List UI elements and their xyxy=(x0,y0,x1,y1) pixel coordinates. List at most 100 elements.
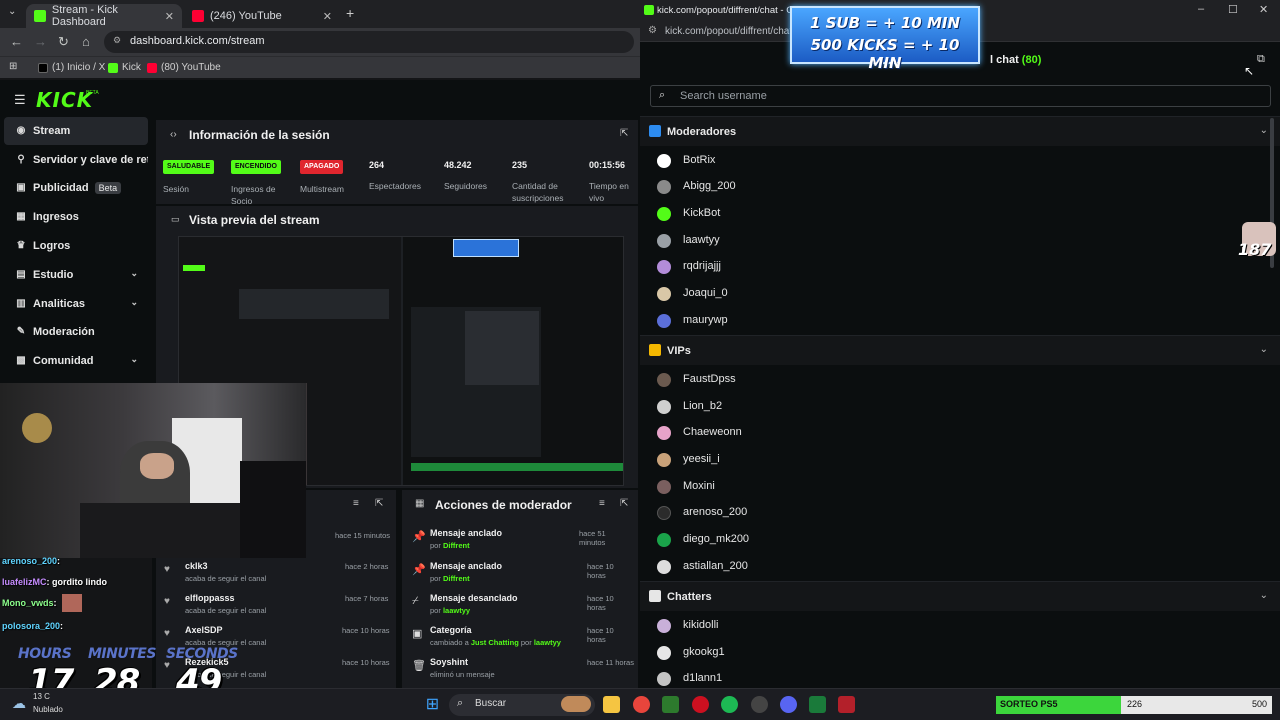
back-icon[interactable]: ← xyxy=(10,34,23,49)
user-row[interactable]: rqdrijajjj xyxy=(640,254,1240,280)
chrome-icon[interactable] xyxy=(633,696,650,713)
sidebar-item-publicidad[interactable]: ▣ Publicidad Beta xyxy=(4,174,148,202)
user-row[interactable]: diego_mk200 xyxy=(640,527,1240,553)
user-row[interactable]: yeesii_i xyxy=(640,447,1240,473)
sidebar-item-ingresos[interactable]: ▦ Ingresos xyxy=(4,203,148,231)
bookmark-kick[interactable]: Kick xyxy=(108,62,141,73)
user-row[interactable]: laawtyy xyxy=(640,228,1240,254)
tab-label: (246) YouTube xyxy=(210,10,282,22)
app-icon[interactable] xyxy=(838,696,855,713)
reload-icon[interactable]: ↻ xyxy=(58,34,69,50)
user-row[interactable]: arenoso_200 xyxy=(640,500,1240,526)
webcam-face xyxy=(140,453,174,479)
address-bar[interactable]: ⚙ dashboard.kick.com/stream xyxy=(104,31,634,53)
popout-icon[interactable]: ⇱ xyxy=(375,498,383,509)
close-icon[interactable]: ✕ xyxy=(165,10,174,23)
sidebar-item-moderacion[interactable]: ✎ Moderación xyxy=(4,318,148,346)
file-explorer-icon[interactable] xyxy=(603,696,620,713)
status-pill-session: SALUDABLE xyxy=(163,160,215,174)
user-row[interactable]: d1lann1 xyxy=(640,666,1240,688)
mod-action-row: 📌 Mensaje anclado por Diffrent hace 51 m… xyxy=(410,528,634,550)
maximize-icon[interactable]: ☐ xyxy=(1228,3,1238,16)
bookmark-youtube[interactable]: (80) YouTube xyxy=(147,62,221,73)
popout-icon[interactable]: ⧉ xyxy=(1257,53,1265,66)
discord-icon[interactable] xyxy=(780,696,797,713)
spotify-icon[interactable] xyxy=(721,696,738,713)
search-username-input[interactable]: ⌕ Search username xyxy=(650,85,1271,107)
chevron-down-icon[interactable]: ⌄ xyxy=(1260,344,1268,355)
close-icon[interactable]: ✕ xyxy=(1259,3,1268,16)
sidebar-item-estudio[interactable]: ▤ Estudio ⌄ xyxy=(4,261,148,289)
chevron-down-icon[interactable]: ⌄ xyxy=(1260,590,1268,601)
app-icon[interactable] xyxy=(809,696,826,713)
avatar xyxy=(657,426,671,440)
taskbar-search[interactable]: ⌕ Buscar xyxy=(449,694,595,716)
user-row[interactable]: Joaqui_0 xyxy=(640,281,1240,307)
user-row[interactable]: Abigg_200 xyxy=(640,174,1240,200)
popout-icon[interactable]: ⇱ xyxy=(620,498,628,509)
user-row[interactable]: BotRix xyxy=(640,148,1240,174)
username: Chaeweonn xyxy=(683,426,742,438)
avatar xyxy=(657,287,671,301)
menu-icon[interactable]: ☰ xyxy=(14,92,26,108)
close-icon[interactable]: ✕ xyxy=(323,10,332,23)
weather-label[interactable]: Nublado xyxy=(33,705,63,714)
section-moderadores[interactable]: Moderadores ⌄ xyxy=(640,116,1280,146)
search-icon: ⌕ xyxy=(457,697,464,709)
minecraft-icon[interactable] xyxy=(662,696,679,713)
user-row[interactable]: gkookg1 xyxy=(640,640,1240,666)
user-row[interactable]: Moxini xyxy=(640,474,1240,500)
sidebar-item-server[interactable]: ⚲ Servidor y clave de retransmisión xyxy=(4,146,148,174)
stat-label: Tiempo en vivo xyxy=(589,181,629,203)
filter-icon[interactable]: ≡ xyxy=(599,498,605,509)
sidebar-item-logros[interactable]: ♛ Logros xyxy=(4,232,148,260)
home-icon[interactable]: ⌂ xyxy=(82,34,90,49)
user-row[interactable]: FaustDpss xyxy=(640,367,1240,393)
overlay-chat-line: Mono_vwds: xyxy=(2,598,57,608)
user-row[interactable]: Lion_b2 xyxy=(640,394,1240,420)
mod-action-by[interactable]: laawtyy xyxy=(534,638,561,647)
minimize-icon[interactable]: – xyxy=(1198,3,1204,15)
user-row[interactable]: maurywp xyxy=(640,308,1240,334)
webcam-feed xyxy=(0,383,306,558)
overlay-chat-line: arenoso_200: xyxy=(2,556,60,566)
apps-icon[interactable]: ⊞ xyxy=(9,61,17,72)
avatar xyxy=(657,672,671,686)
mod-action-by[interactable]: Just Chatting xyxy=(471,638,519,647)
section-chatters[interactable]: Chatters ⌄ xyxy=(640,581,1280,611)
windows-start-icon[interactable]: ⊞ xyxy=(424,696,441,713)
section-vips[interactable]: VIPs ⌄ xyxy=(640,335,1280,365)
tab-youtube[interactable]: (246) YouTube ✕ xyxy=(184,4,340,28)
popout-icon[interactable]: ⇱ xyxy=(620,128,628,139)
tab-label: Stream - Kick Dashboard xyxy=(51,4,118,28)
status-pill-multistream: APAGADO xyxy=(300,160,344,174)
forward-icon[interactable]: → xyxy=(34,34,47,49)
sidebar-item-analiticas[interactable]: ▥ Analiticas ⌄ xyxy=(4,290,148,318)
opera-icon[interactable] xyxy=(692,696,709,713)
kick-logo[interactable]: KICK xyxy=(36,88,93,112)
user-row[interactable]: KickBot xyxy=(640,201,1240,227)
user-row[interactable]: Chaeweonn xyxy=(640,420,1240,446)
chevron-down-icon[interactable]: ⌄ xyxy=(1260,125,1268,136)
sidebar-item-stream[interactable]: ◉ Stream xyxy=(4,117,148,145)
sidebar-item-comunidad[interactable]: ▩ Comunidad ⌄ xyxy=(4,347,148,375)
user-row[interactable]: astiallan_200 xyxy=(640,554,1240,580)
mod-action-by[interactable]: Diffrent xyxy=(443,574,470,583)
new-tab-button[interactable]: + xyxy=(346,5,354,21)
search-placeholder: Search username xyxy=(680,90,767,102)
steam-icon[interactable] xyxy=(751,696,768,713)
avatar xyxy=(657,207,671,221)
site-info-icon[interactable]: ⚙ xyxy=(648,25,657,36)
section-label: VIPs xyxy=(667,345,691,357)
mod-action-by[interactable]: Diffrent xyxy=(443,541,470,550)
filter-icon[interactable]: ≡ xyxy=(353,498,359,509)
site-info-icon[interactable]: ⚙ xyxy=(113,35,121,46)
user-row[interactable]: kikidolli xyxy=(640,613,1240,639)
mod-action-by[interactable]: laawtyy xyxy=(443,606,470,615)
tab-kick-dashboard[interactable]: Stream - Kick Dashboard ✕ xyxy=(26,4,182,28)
tab-search-icon[interactable]: ⌄ xyxy=(8,6,16,17)
activity-row: ♥ elfloppasss acaba de seguir el canal h… xyxy=(164,593,392,615)
kicks-badge-count: 187 xyxy=(1238,240,1272,259)
heart-icon: ♥ xyxy=(164,628,170,639)
bookmark-x[interactable]: (1) Inicio / X xyxy=(38,62,105,73)
